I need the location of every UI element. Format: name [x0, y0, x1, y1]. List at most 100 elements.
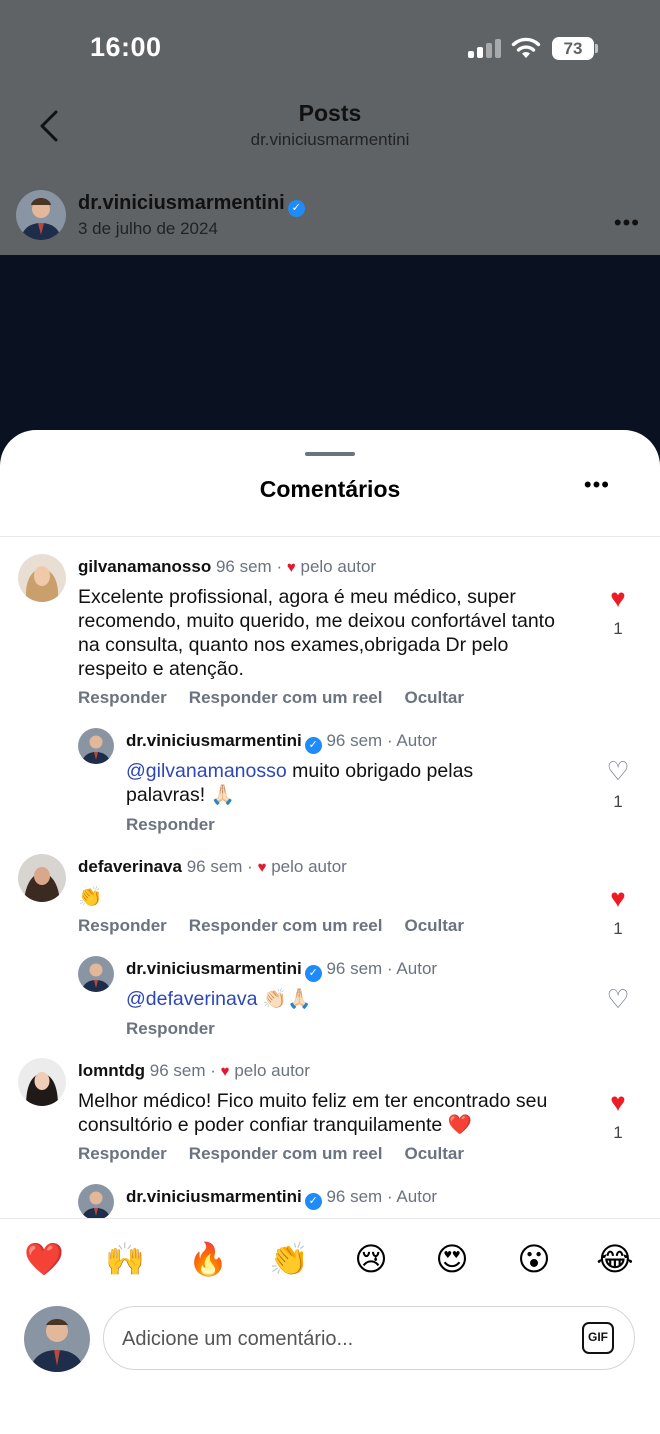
- reply-time: 96 sem: [326, 1187, 383, 1206]
- emoji-raised-hands-button[interactable]: 🙌: [103, 1241, 147, 1277]
- like-count: 1: [613, 919, 623, 938]
- status-bar: 16:00 73: [0, 0, 660, 96]
- heart-filled-icon[interactable]: ♥: [602, 1089, 634, 1115]
- post-date: 3 de julho de 2024: [78, 219, 218, 238]
- comment-text: Melhor médico! Fico muito feliz em ter e…: [78, 1090, 548, 1136]
- reply-with-reel-button[interactable]: Responder com um reel: [189, 1144, 383, 1163]
- comment-meta: gilvanamanosso 96 sem · ♥ pelo autor: [78, 557, 377, 576]
- post-header: dr.viniciusmarmentini ✓ 3 de julho de 202…: [16, 190, 644, 242]
- reply-avatar[interactable]: [78, 728, 114, 764]
- liked-by-author-heart-icon: ♥: [257, 859, 267, 876]
- post-author-avatar[interactable]: [16, 190, 66, 240]
- verified-badge-icon: ✓: [287, 200, 305, 217]
- emoji-heart-button[interactable]: ❤️: [22, 1241, 66, 1277]
- status-time: 16:00: [90, 32, 162, 62]
- comment-like: ♥ 1: [602, 1089, 634, 1143]
- commenter-avatar[interactable]: [18, 554, 66, 602]
- reply-button[interactable]: Responder: [78, 916, 167, 935]
- author-tag: Autor: [396, 1187, 438, 1206]
- hide-button[interactable]: Ocultar: [404, 688, 464, 707]
- comment-time: 96 sem: [215, 557, 272, 576]
- reply-username[interactable]: dr.viniciusmarmentini: [126, 959, 302, 978]
- hide-button[interactable]: Ocultar: [404, 1144, 464, 1163]
- reply-username[interactable]: dr.viniciusmarmentini: [126, 731, 302, 750]
- reply-with-reel-button[interactable]: Responder com um reel: [189, 688, 383, 707]
- reply-actions: Responder: [126, 815, 237, 835]
- comment-meta: lomntdg 96 sem · ♥ pelo autor: [78, 1061, 310, 1080]
- page-subtitle: dr.viniciusmarmentini: [250, 130, 410, 149]
- like-count: 1: [613, 1123, 623, 1142]
- comment-time: 96 sem: [149, 1061, 206, 1080]
- reply-like: ♡: [602, 986, 634, 1012]
- reply-button[interactable]: Responder: [78, 688, 167, 707]
- wifi-icon: [511, 37, 541, 58]
- liked-by-author-label: pelo autor: [300, 557, 377, 576]
- author-tag: Autor: [396, 959, 438, 978]
- emoji-surprised-button[interactable]: 😮: [512, 1241, 556, 1277]
- reply-button[interactable]: Responder: [126, 1019, 215, 1038]
- post-more-options-icon[interactable]: •••: [614, 210, 640, 236]
- liked-by-author-heart-icon: ♥: [286, 559, 296, 576]
- heart-filled-icon[interactable]: ♥: [602, 885, 634, 911]
- comment-actions: Responder Responder com um reel Ocultar: [78, 916, 486, 936]
- sheet-more-options-icon[interactable]: •••: [584, 472, 610, 498]
- battery-icon: 73: [552, 37, 598, 60]
- reply-text: @defaverinava 👏🏻🙏🏻: [126, 988, 312, 1010]
- emoji-crying-button[interactable]: 😢: [349, 1241, 393, 1277]
- reply-username[interactable]: dr.viniciusmarmentini: [126, 1187, 302, 1206]
- reply-avatar[interactable]: [78, 1184, 114, 1218]
- heart-filled-icon[interactable]: ♥: [602, 585, 634, 611]
- reply-text: @gilvanamanosso muito obrigado pelas pal…: [126, 760, 474, 806]
- reply-meta: dr.viniciusmarmentini ✓ 96 sem · Autor: [126, 959, 437, 982]
- current-user-avatar: [24, 1306, 90, 1372]
- comment-time: 96 sem: [186, 857, 243, 876]
- heart-outline-icon[interactable]: ♡: [602, 986, 634, 1012]
- comment-username[interactable]: gilvanamanosso: [78, 557, 211, 576]
- like-count: 1: [613, 792, 623, 811]
- comment-composer: GIF: [0, 1298, 660, 1434]
- emoji-fire-button[interactable]: 🔥: [186, 1241, 230, 1277]
- sheet-title: Comentários: [259, 476, 401, 502]
- reply-button[interactable]: Responder: [126, 815, 215, 834]
- reply-avatar[interactable]: [78, 956, 114, 992]
- comment-actions: Responder Responder com um reel Ocultar: [78, 1144, 486, 1164]
- reply-button[interactable]: Responder: [78, 1144, 167, 1163]
- hide-button[interactable]: Ocultar: [404, 916, 464, 935]
- sheet-grabber[interactable]: [305, 452, 355, 456]
- comment-input-container: GIF: [103, 1306, 635, 1370]
- comment-actions: Responder Responder com um reel Ocultar: [78, 688, 486, 708]
- reply-with-reel-button[interactable]: Responder com um reel: [189, 916, 383, 935]
- liked-by-author-heart-icon: ♥: [220, 1063, 230, 1080]
- mention-link[interactable]: @gilvanamanosso: [126, 760, 287, 782]
- author-tag: Autor: [396, 731, 438, 750]
- reply-time: 96 sem: [326, 959, 383, 978]
- comment-username[interactable]: lomntdg: [78, 1061, 145, 1080]
- comment-like: ♥ 1: [602, 585, 634, 639]
- page-title: Posts: [298, 100, 362, 126]
- gif-button[interactable]: GIF: [582, 1322, 614, 1354]
- comment-text: Excelente profissional, agora é meu médi…: [78, 586, 555, 680]
- comment-like: ♥ 1: [602, 885, 634, 939]
- emoji-clap-button[interactable]: 👏: [267, 1241, 311, 1277]
- comments-list[interactable]: gilvanamanosso 96 sem · ♥ pelo autor Exc…: [0, 537, 660, 1218]
- comment-username[interactable]: defaverinava: [78, 857, 182, 876]
- commenter-avatar[interactable]: [18, 854, 66, 902]
- comment-input[interactable]: [122, 1319, 562, 1359]
- emoji-reaction-bar: ❤️ 🙌 🔥 👏 😢 😍 😮 😂: [0, 1218, 660, 1298]
- verified-badge-icon: ✓: [304, 1193, 322, 1210]
- liked-by-author-label: pelo autor: [271, 857, 347, 876]
- heart-outline-icon[interactable]: ♡: [602, 758, 634, 784]
- comments-sheet: Comentários ••• gilvanamanosso 96 sem · …: [0, 430, 660, 1434]
- post-media: [0, 255, 660, 455]
- reply-actions: Responder: [126, 1019, 237, 1039]
- reply-meta: dr.viniciusmarmentini ✓ 96 sem · Autor: [126, 1187, 437, 1210]
- post-author-username[interactable]: dr.viniciusmarmentini ✓: [78, 192, 305, 217]
- reply-like: ♡ 1: [602, 758, 634, 812]
- emoji-laughing-button[interactable]: 😂: [593, 1241, 637, 1277]
- reply-meta: dr.viniciusmarmentini ✓ 96 sem · Autor: [126, 731, 437, 754]
- battery-level: 73: [552, 37, 594, 60]
- emoji-heart-eyes-button[interactable]: 😍: [430, 1241, 474, 1277]
- like-count: 1: [613, 619, 623, 638]
- mention-link[interactable]: @defaverinava: [126, 988, 257, 1010]
- commenter-avatar[interactable]: [18, 1058, 66, 1106]
